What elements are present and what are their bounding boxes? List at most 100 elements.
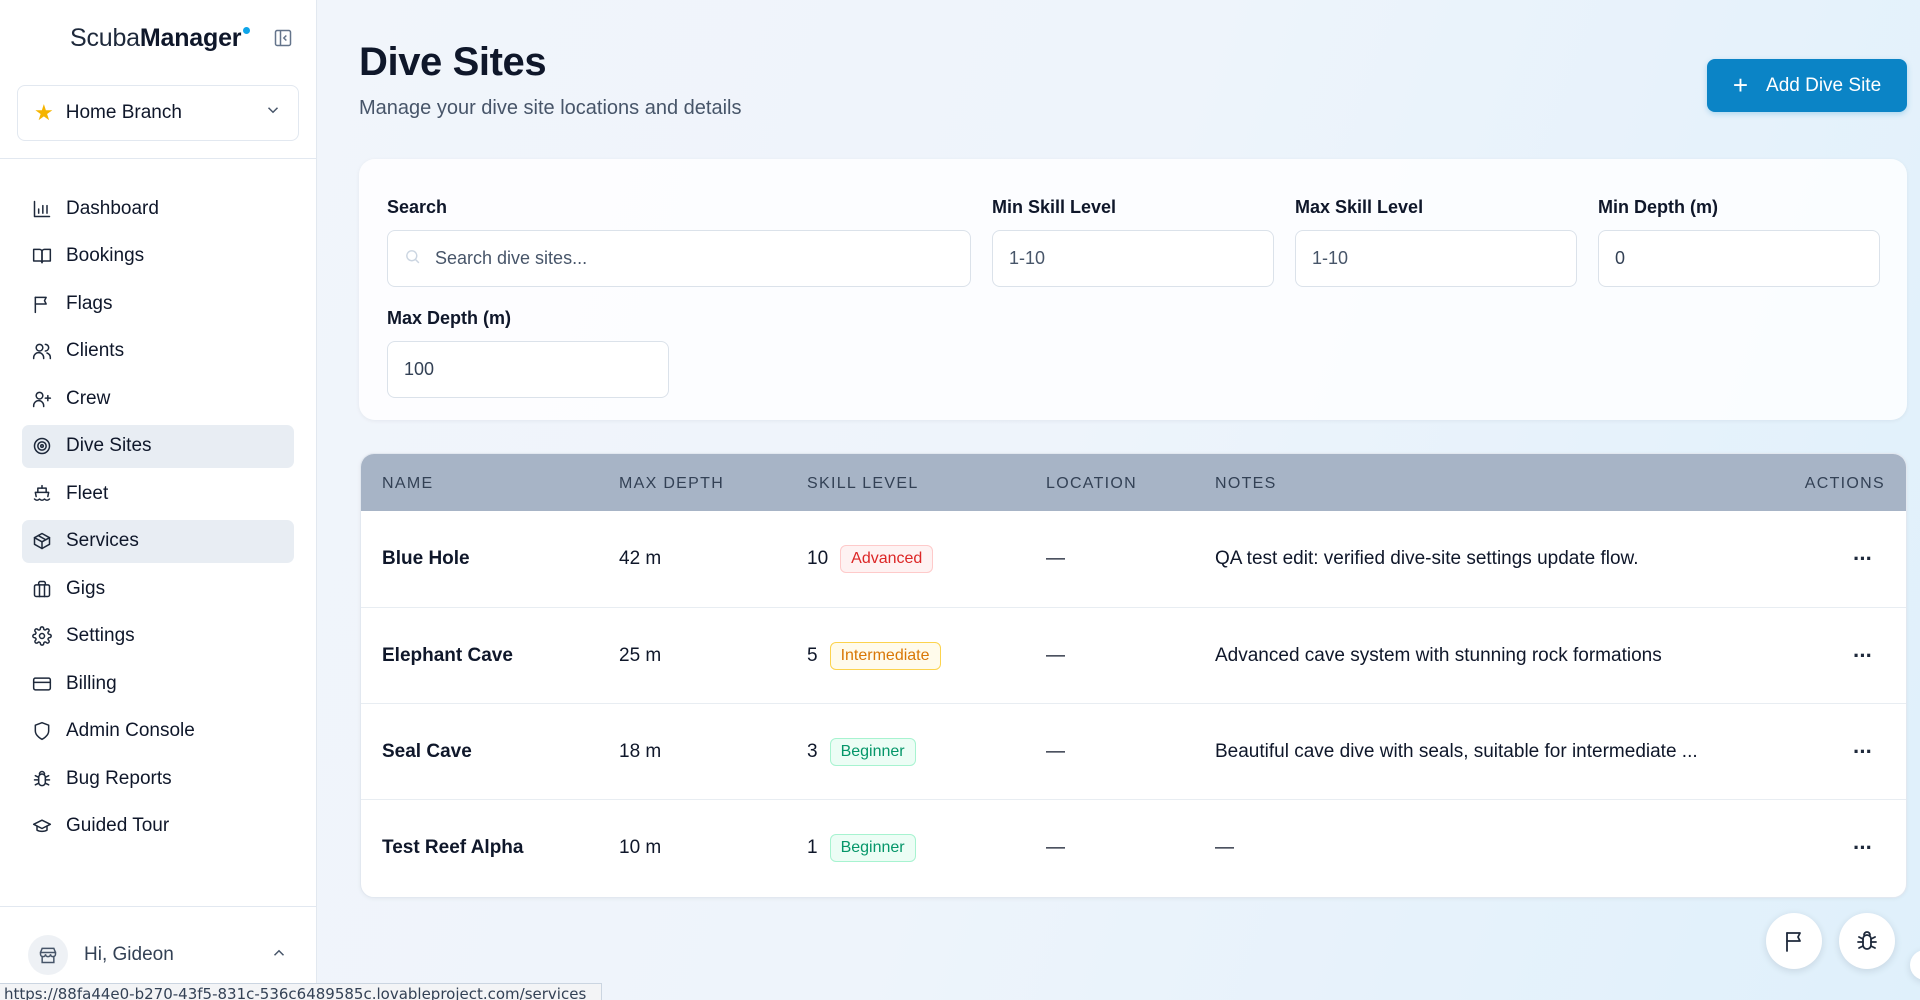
column-header-location[interactable]: Location: [1046, 475, 1137, 493]
brand-suffix: Manager: [139, 23, 242, 52]
sidebar-item-gigs[interactable]: Gigs: [22, 567, 294, 610]
briefcase-icon: [33, 580, 51, 597]
min-skill-input[interactable]: 1-10: [992, 230, 1274, 287]
branch-selector[interactable]: ★ Home Branch: [17, 85, 299, 141]
sidebar-item-label: Gigs: [66, 577, 106, 599]
plus-icon: +: [1732, 69, 1749, 100]
edge-widget-button[interactable]: [1910, 950, 1920, 980]
cell-location: —: [1046, 645, 1065, 666]
skill-value: 10: [807, 548, 829, 569]
sidebar-item-label: Bookings: [66, 245, 145, 266]
brand-row: ScubaManager: [0, 0, 316, 76]
sidebar-item-label: Dive Sites: [66, 435, 152, 456]
column-header-notes[interactable]: Notes: [1215, 475, 1277, 493]
branch-selector-wrap: ★ Home Branch: [0, 76, 316, 159]
credit-card-icon: [32, 676, 52, 691]
add-dive-site-button[interactable]: + Add Dive Site: [1707, 59, 1907, 112]
row-actions-button[interactable]: ···: [1853, 511, 1873, 607]
user-menu[interactable]: Hi, Gideon: [0, 907, 316, 975]
more-horizontal-icon: ···: [1853, 546, 1873, 571]
row-actions-button[interactable]: ···: [1853, 608, 1873, 704]
cell-notes: Advanced cave system with stunning rock …: [1215, 645, 1662, 666]
max-skill-field: Max Skill Level 1-10: [1295, 197, 1577, 287]
sidebar-item-guided-tour[interactable]: Guided Tour: [22, 805, 294, 848]
sidebar-item-admin-console[interactable]: Admin Console: [22, 710, 294, 753]
gear-icon: [32, 626, 52, 646]
sidebar-item-clients[interactable]: Clients: [22, 330, 294, 373]
max-skill-input[interactable]: 1-10: [1295, 230, 1577, 287]
sidebar-item-label: Services: [66, 530, 139, 551]
sidebar-item-services[interactable]: Services: [22, 519, 294, 563]
max-depth-field: Max Depth (m) 100: [387, 308, 669, 398]
min-depth-input[interactable]: 0: [1598, 230, 1880, 287]
brand-logo[interactable]: ScubaManager: [70, 23, 251, 53]
min-depth-field: Min Depth (m) 0: [1598, 197, 1880, 287]
table-row[interactable]: Blue Hole 42 m 10 Advanced — QA test edi…: [361, 511, 1906, 607]
cell-name: Test Reef Alpha: [382, 837, 524, 858]
row-actions-button[interactable]: ···: [1853, 704, 1873, 800]
skill-value: 3: [807, 741, 818, 762]
cell-skill-level: 10 Advanced: [807, 511, 934, 607]
row-actions-button[interactable]: ···: [1853, 800, 1873, 896]
page-title: Dive Sites: [359, 40, 547, 84]
sidebar-item-flags[interactable]: Flags: [22, 282, 294, 325]
cell-max-depth: 10 m: [619, 837, 662, 858]
main-content: Dive Sites Manage your dive site locatio…: [318, 0, 1920, 1000]
min-depth-value: 0: [1615, 248, 1626, 268]
brand-dot: [243, 26, 251, 34]
sidebar-collapse-icon[interactable]: [272, 27, 294, 49]
sidebar-item-dashboard[interactable]: Dashboard: [22, 187, 294, 230]
skill-badge: Advanced: [840, 545, 934, 573]
sidebar-item-crew[interactable]: Crew: [22, 377, 294, 420]
status-bar-url: https://88fa44e0-b270-43f5-831c-536c6489…: [0, 983, 602, 1000]
sidebar-item-label: Dashboard: [66, 197, 159, 219]
cell-skill-level: 1 Beginner: [807, 800, 916, 896]
min-depth-label: Min Depth (m): [1598, 197, 1718, 217]
min-skill-placeholder: 1-10: [1009, 248, 1046, 268]
table-row[interactable]: Elephant Cave 25 m 5 Intermediate — Adva…: [361, 607, 1906, 703]
search-label: Search: [387, 197, 448, 217]
table-header: Name Max Depth Skill Level Location Note…: [361, 454, 1906, 511]
bug-report-button[interactable]: [1839, 913, 1895, 969]
sidebar-item-label: Guided Tour: [66, 815, 170, 836]
max-depth-input[interactable]: 100: [387, 341, 669, 398]
sidebar-item-label: Crew: [66, 387, 111, 409]
table-row[interactable]: Test Reef Alpha 10 m 1 Beginner — — ···: [361, 799, 1906, 895]
sidebar-item-label: Bug Reports: [66, 767, 172, 789]
cell-max-depth: 42 m: [619, 548, 662, 569]
cell-skill-level: 5 Intermediate: [807, 608, 941, 704]
more-horizontal-icon: ···: [1853, 835, 1873, 860]
sidebar-item-bug-reports[interactable]: Bug Reports: [22, 757, 294, 800]
skill-value: 5: [807, 645, 818, 666]
column-header-skill-level[interactable]: Skill Level: [807, 475, 919, 493]
sidebar-item-label: Flags: [66, 292, 113, 314]
target-icon: [33, 437, 51, 455]
search-input[interactable]: Search dive sites...: [387, 230, 971, 287]
sidebar-item-billing[interactable]: Billing: [22, 662, 294, 705]
sidebar-item-label: Billing: [66, 672, 117, 694]
cell-notes: Beautiful cave dive with seals, suitable…: [1215, 741, 1698, 762]
report-flag-button[interactable]: [1766, 913, 1822, 969]
filters-panel: Search Search dive sites... Min Skill Le…: [359, 159, 1907, 420]
cell-max-depth: 25 m: [619, 645, 662, 666]
column-header-name[interactable]: Name: [382, 475, 433, 493]
column-header-max-depth[interactable]: Max Depth: [619, 475, 724, 493]
cell-notes: —: [1215, 837, 1234, 858]
sidebar-item-fleet[interactable]: Fleet: [22, 472, 294, 515]
sidebar-item-dive-sites[interactable]: Dive Sites: [22, 424, 294, 468]
page-subtitle: Manage your dive site locations and deta…: [359, 97, 742, 119]
table-row[interactable]: Seal Cave 18 m 3 Beginner — Beautiful ca…: [361, 703, 1906, 799]
avatar: [28, 935, 68, 975]
bar-chart-icon: [33, 200, 51, 217]
search-icon: [404, 248, 421, 270]
search-field: Search Search dive sites...: [387, 197, 971, 287]
skill-badge: Intermediate: [829, 642, 941, 670]
sidebar-item-bookings[interactable]: Bookings: [22, 235, 294, 278]
book-open-icon: [32, 248, 52, 264]
sidebar-nav: Dashboard Bookings Flags Clients Crew Di…: [0, 159, 316, 848]
chevron-up-icon: [270, 944, 288, 967]
sidebar-item-settings[interactable]: Settings: [22, 615, 294, 658]
skill-badge: Beginner: [829, 738, 916, 766]
sidebar: ScubaManager ★ Home Branch Dashboard Boo…: [0, 0, 317, 1000]
package-icon: [33, 532, 51, 550]
